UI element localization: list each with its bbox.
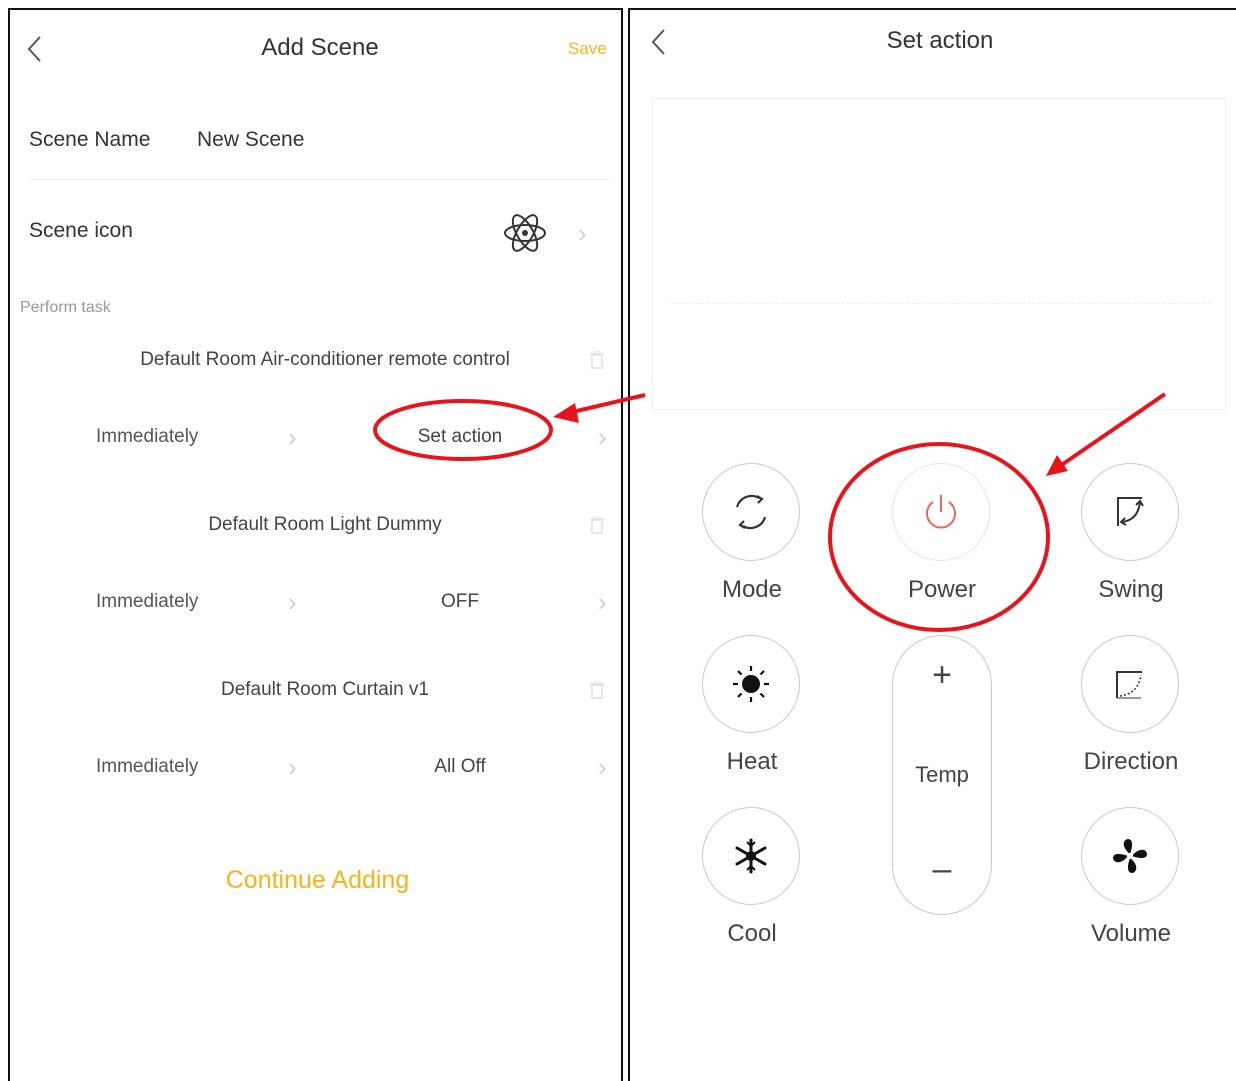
volume-label: Volume — [1090, 920, 1172, 947]
task-timing[interactable]: Immediately — [96, 591, 198, 613]
divider — [671, 303, 1211, 304]
heat-button[interactable] — [702, 635, 800, 733]
scene-name-input[interactable]: New Scene — [197, 128, 304, 152]
sun-icon — [733, 666, 769, 702]
trash-icon[interactable] — [590, 516, 604, 534]
temp-control: + Temp – — [892, 635, 992, 915]
fan-icon — [1113, 839, 1147, 873]
trash-icon[interactable] — [590, 351, 604, 369]
scene-name-label: Scene Name — [29, 128, 151, 151]
volume-button[interactable] — [1081, 807, 1179, 905]
page-title: Add Scene — [261, 34, 379, 61]
add-scene-screen: Add Scene Save Scene Name New Scene Scen… — [8, 8, 623, 1081]
power-icon — [926, 495, 956, 529]
divider — [29, 179, 609, 180]
snowflake-icon — [735, 838, 767, 874]
task-action[interactable]: All Off — [360, 756, 560, 778]
direction-button[interactable] — [1081, 635, 1179, 733]
save-button[interactable]: Save — [568, 39, 607, 59]
continue-adding-button[interactable]: Continue Adding — [10, 866, 621, 895]
chevron-right-icon: › — [288, 422, 297, 452]
power-label: Power — [907, 576, 977, 603]
task-device-name: Default Room Curtain v1 — [220, 679, 430, 700]
swing-button[interactable] — [1081, 463, 1179, 561]
scene-name-row[interactable]: Scene Name New Scene — [10, 110, 621, 180]
chevron-right-icon: › — [598, 587, 607, 617]
mode-label: Mode — [721, 576, 783, 603]
chevron-right-icon: › — [598, 422, 607, 452]
perform-task-label: Perform task — [20, 299, 111, 316]
power-button[interactable] — [892, 463, 990, 561]
cool-label: Cool — [727, 920, 777, 947]
chevron-left-icon — [651, 29, 665, 55]
task-device-name: Default Room Air-conditioner remote cont… — [140, 349, 510, 370]
back-button[interactable] — [650, 27, 668, 63]
temp-increase-button[interactable]: + — [893, 656, 991, 695]
chevron-right-icon: › — [288, 752, 297, 782]
chevron-right-icon: › — [288, 587, 297, 617]
trash-icon[interactable] — [590, 681, 604, 699]
temp-decrease-button[interactable]: – — [893, 850, 991, 889]
remote-display-area — [652, 98, 1226, 410]
scene-icon-row[interactable]: Scene icon › — [10, 200, 621, 270]
task-timing[interactable]: Immediately — [96, 756, 198, 778]
task-action[interactable]: OFF — [360, 591, 560, 613]
task-action-set-action[interactable]: Set action — [360, 426, 560, 448]
cool-button[interactable] — [702, 807, 800, 905]
page-title: Set action — [886, 27, 994, 54]
back-button[interactable] — [26, 34, 44, 70]
direction-label: Direction — [1083, 748, 1179, 775]
direction-icon — [1116, 671, 1142, 699]
chevron-left-icon — [27, 36, 41, 62]
set-action-screen: Set action Mode Power Swing Heat + Temp … — [628, 8, 1236, 1081]
task-device-name: Default Room Light Dummy — [208, 514, 442, 535]
mode-button[interactable] — [702, 463, 800, 561]
heat-label: Heat — [726, 748, 778, 775]
scene-icon-label: Scene icon — [29, 219, 133, 242]
task-timing[interactable]: Immediately — [96, 426, 198, 448]
cycle-arrows-icon — [735, 494, 767, 530]
swing-icon — [1117, 497, 1144, 526]
temp-label: Temp — [915, 762, 969, 787]
chevron-right-icon: › — [578, 218, 587, 248]
chevron-right-icon: › — [598, 752, 607, 782]
atom-icon — [504, 214, 546, 252]
swing-label: Swing — [1098, 576, 1164, 603]
